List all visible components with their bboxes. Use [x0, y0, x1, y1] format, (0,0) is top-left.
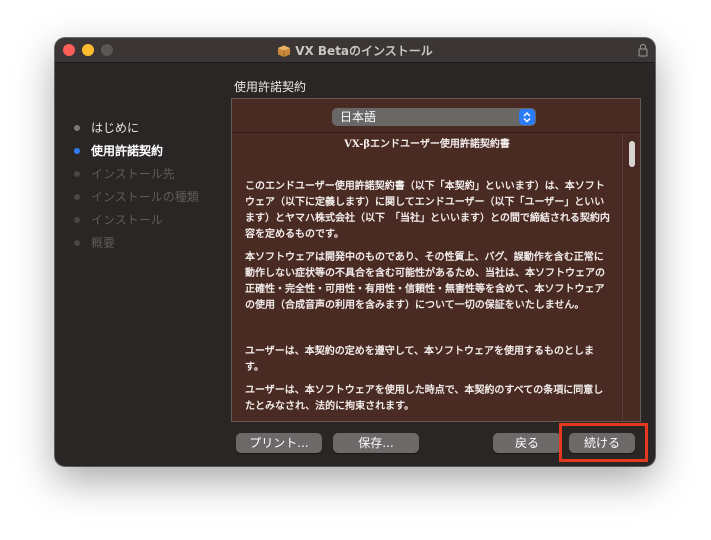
- step-label: インストール: [91, 213, 163, 227]
- print-button[interactable]: プリント...: [236, 433, 322, 453]
- step-label: はじめに: [91, 121, 140, 135]
- title-bar: VX Betaのインストール: [55, 38, 655, 63]
- step-label: 概要: [91, 236, 116, 250]
- license-paragraph: このエンドユーザー使用許諾契約書（以下「本契約」といいます）は、本ソフトウェア（…: [245, 181, 610, 240]
- language-select[interactable]: 日本語: [332, 108, 536, 126]
- license-text-area[interactable]: VX-βエンドユーザー使用許諾契約書 このエンドユーザー使用許諾契約書（以下「本…: [232, 133, 622, 421]
- step-bullet-current: [74, 148, 80, 154]
- step-label: インストール先: [91, 167, 175, 181]
- license-title: VX-βエンドユーザー使用許諾契約書: [344, 139, 510, 150]
- step-bullet: [74, 217, 80, 223]
- step-destination: インストール先: [73, 166, 199, 189]
- step-license: 使用許諾契約: [73, 143, 199, 166]
- step-bullet: [74, 240, 80, 246]
- language-header: 日本語: [232, 99, 640, 133]
- chevron-updown-icon: [519, 109, 535, 125]
- step-summary: 概要: [73, 235, 199, 258]
- window-title-text: VX Betaのインストール: [295, 44, 433, 58]
- license-panel: 日本語 VX-βエンドユーザー使用許諾契約書 このエンドユーザー使用許諾契約書（…: [231, 98, 641, 422]
- installer-steps: はじめに 使用許諾契約 インストール先 インストールの種類 インストール 概要: [73, 120, 199, 258]
- step-install-type: インストールの種類: [73, 189, 199, 212]
- step-label: 使用許諾契約: [91, 144, 164, 158]
- back-button[interactable]: 戻る: [493, 433, 561, 453]
- continue-button-highlight: [559, 423, 648, 462]
- license-paragraph: ユーザーは、本契約の定めを遵守して、本ソフトウェアを使用するものとします。: [245, 346, 594, 373]
- license-paragraph: ユーザーは、本ソフトウェアを使用した時点で、本契約のすべての条項に同意したとみな…: [245, 385, 604, 412]
- section-heading: 使用許諾契約: [234, 80, 307, 94]
- step-bullet: [74, 171, 80, 177]
- step-bullet: [74, 125, 80, 131]
- step-bullet: [74, 194, 80, 200]
- license-paragraph: 本ソフトウェアは開発中のものであり、その性質上、バグ、誤動作を含む正常に動作しな…: [245, 252, 605, 311]
- step-introduction: はじめに: [73, 120, 199, 143]
- package-icon: [278, 45, 291, 57]
- installer-window: VX Betaのインストール 使用許諾契約 はじめに 使用許諾契約 インストール…: [55, 38, 655, 466]
- window-title: VX Betaのインストール: [55, 42, 655, 59]
- scrollbar-thumb[interactable]: [629, 141, 635, 167]
- step-label: インストールの種類: [91, 190, 199, 204]
- lock-icon: [638, 43, 648, 57]
- step-installation: インストール: [73, 212, 199, 235]
- language-select-value: 日本語: [340, 110, 377, 124]
- license-scrollbar[interactable]: [622, 133, 640, 421]
- save-button[interactable]: 保存...: [333, 433, 419, 453]
